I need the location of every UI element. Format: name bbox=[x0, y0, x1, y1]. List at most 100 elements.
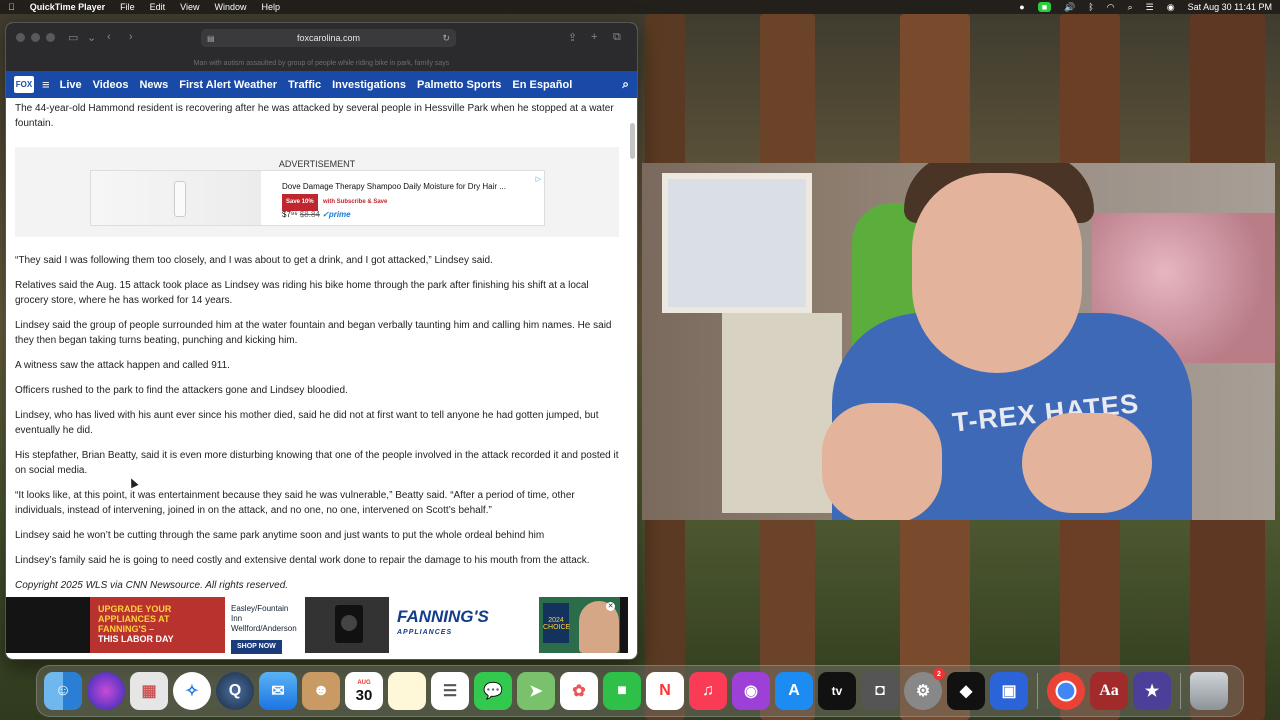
nav-weather[interactable]: First Alert Weather bbox=[179, 79, 277, 91]
search-icon[interactable]: ⌕ bbox=[622, 77, 629, 92]
calendar-icon[interactable]: AUG 30 bbox=[345, 672, 383, 710]
dock: ☺ ▦ ✧ Q ✉ ☻ AUG 30 ☰ 💬 ➤ ✿ ■ N ♫ ◉ A tv ◘… bbox=[36, 665, 1244, 717]
tab-title[interactable]: Man with autism assaulted by group of pe… bbox=[6, 56, 637, 71]
article-paragraph: Officers rushed to the park to find the … bbox=[15, 385, 348, 396]
article-paragraph: Relatives said the Aug. 15 attack took p… bbox=[15, 280, 589, 306]
fox-logo[interactable]: FOX bbox=[14, 76, 34, 93]
facetime-status-icon[interactable]: ■ bbox=[1037, 2, 1052, 12]
sidebar-icon[interactable]: ▭ bbox=[68, 31, 78, 44]
imovie-icon[interactable]: ★ bbox=[1133, 672, 1171, 710]
tv-icon[interactable]: tv bbox=[818, 672, 856, 710]
facetime-icon[interactable]: ■ bbox=[603, 672, 641, 710]
bluetooth-icon[interactable]: ᛒ bbox=[1088, 2, 1093, 12]
browser-toolbar: ▭ ⌄ ‹ › ▤ foxcarolina.com ↻ ⇪ + ⧉ Man wi… bbox=[6, 23, 637, 71]
safari-icon[interactable]: ✧ bbox=[173, 672, 211, 710]
banner-headline[interactable]: UPGRADE YOUR APPLIANCES AT FANNING'S – TH… bbox=[90, 597, 225, 653]
photos-icon[interactable]: ✿ bbox=[560, 672, 598, 710]
back-icon[interactable]: ‹ bbox=[107, 31, 111, 43]
record-icon[interactable]: ● bbox=[1019, 2, 1024, 12]
site-navbar: FOX ≡ Live Videos News First Alert Weath… bbox=[6, 71, 637, 98]
control-center-icon[interactable]: ☰ bbox=[1146, 2, 1154, 13]
webcam-video: T-REX HATES bbox=[642, 163, 1275, 520]
nav-investigations[interactable]: Investigations bbox=[332, 79, 406, 91]
finder-icon[interactable]: ☺ bbox=[44, 672, 82, 710]
clock[interactable]: Sat Aug 30 11:41 PM bbox=[1188, 2, 1272, 12]
quicktime-icon[interactable]: Q bbox=[216, 672, 254, 710]
messages-icon[interactable]: 💬 bbox=[474, 672, 512, 710]
mail-icon[interactable]: ✉ bbox=[259, 672, 297, 710]
tab-overview-icon[interactable]: ⧉ bbox=[613, 31, 621, 44]
appstore-icon[interactable]: A bbox=[775, 672, 813, 710]
menu-window[interactable]: Window bbox=[215, 2, 247, 12]
product-ad[interactable]: Dove Damage Therapy Shampoo Daily Moistu… bbox=[90, 170, 545, 226]
chevron-down-icon[interactable]: ⌄ bbox=[87, 31, 96, 44]
article-paragraph: “It looks like, at this point, it was en… bbox=[15, 490, 575, 516]
maps-icon[interactable]: ➤ bbox=[517, 672, 555, 710]
shop-now-button[interactable]: SHOP NOW bbox=[231, 640, 282, 654]
banner-photo[interactable]: 2024 CHOICE ✕ bbox=[539, 597, 620, 653]
screenshot-icon[interactable]: ◘ bbox=[861, 672, 899, 710]
menu-file[interactable]: File bbox=[120, 2, 135, 12]
close-window-button[interactable] bbox=[16, 33, 25, 42]
siri-status-icon[interactable]: ◉ bbox=[1167, 2, 1175, 13]
settings-icon[interactable]: ⚙ 2 bbox=[904, 668, 945, 710]
music-icon[interactable]: ♫ bbox=[689, 672, 727, 710]
podcasts-icon[interactable]: ◉ bbox=[732, 672, 770, 710]
notes-icon[interactable] bbox=[388, 672, 426, 710]
product-title[interactable]: Dove Damage Therapy Shampoo Daily Moistu… bbox=[282, 179, 506, 194]
contacts-icon[interactable]: ☻ bbox=[302, 672, 340, 710]
article-paragraph: Lindsey said he won’t be cutting through… bbox=[15, 530, 545, 541]
article-paragraph: A witness saw the attack happen and call… bbox=[15, 360, 230, 371]
menu-help[interactable]: Help bbox=[262, 2, 281, 12]
menu-app-name[interactable]: QuickTime Player bbox=[30, 2, 105, 12]
fannings-logo[interactable]: FANNING'S APPLIANCES bbox=[389, 597, 539, 653]
minimize-window-button[interactable] bbox=[31, 33, 40, 42]
product-image[interactable] bbox=[91, 171, 261, 225]
banner-locations[interactable]: Easley/Fountain Inn Wellford/Anderson SH… bbox=[225, 597, 305, 654]
volume-icon[interactable]: 🔊 bbox=[1064, 2, 1075, 13]
nav-palmetto-sports[interactable]: Palmetto Sports bbox=[417, 79, 501, 91]
page-settings-icon[interactable]: ▤ bbox=[207, 34, 215, 43]
reload-icon[interactable]: ↻ bbox=[442, 33, 450, 44]
menu-view[interactable]: View bbox=[180, 2, 199, 12]
article-paragraph: “They said I was following them too clos… bbox=[15, 255, 493, 266]
article-paragraph: Lindsey’s family said he is going to nee… bbox=[15, 555, 590, 566]
nav-videos[interactable]: Videos bbox=[93, 79, 129, 91]
zoom-window-button[interactable] bbox=[46, 33, 55, 42]
url-text: foxcarolina.com bbox=[296, 33, 361, 43]
browser-window: ▭ ⌄ ‹ › ▤ foxcarolina.com ↻ ⇪ + ⧉ Man wi… bbox=[5, 22, 638, 660]
notification-badge: 2 bbox=[933, 668, 945, 680]
product-price: $7⁹⁶ $8.84 ✓prime bbox=[282, 210, 351, 219]
roblox-studio-icon[interactable]: ◆ bbox=[947, 672, 985, 710]
nav-traffic[interactable]: Traffic bbox=[288, 79, 321, 91]
hamburger-menu-icon[interactable]: ≡ bbox=[42, 77, 50, 92]
washer-image[interactable] bbox=[305, 597, 389, 653]
dictionary-icon[interactable]: Aa bbox=[1090, 672, 1128, 710]
roblox-icon[interactable]: ▣ bbox=[990, 672, 1028, 710]
chrome-icon[interactable] bbox=[1047, 672, 1085, 710]
adchoices-icon[interactable]: ▷ bbox=[536, 172, 541, 187]
banner-ad[interactable]: UPGRADE YOUR APPLIANCES AT FANNING'S – TH… bbox=[6, 597, 628, 654]
nav-news[interactable]: News bbox=[139, 79, 168, 91]
share-icon[interactable]: ⇪ bbox=[568, 31, 577, 44]
article-paragraph: Lindsey, who has lived with his aunt eve… bbox=[15, 410, 599, 436]
forward-icon[interactable]: › bbox=[129, 31, 133, 43]
wifi-icon[interactable]: ◠ bbox=[1107, 2, 1115, 13]
news-icon[interactable]: N bbox=[646, 672, 684, 710]
menu-edit[interactable]: Edit bbox=[150, 2, 166, 12]
siri-icon[interactable] bbox=[87, 672, 125, 710]
nav-live[interactable]: Live bbox=[60, 79, 82, 91]
spotlight-icon[interactable]: ⌕ bbox=[1128, 2, 1133, 13]
award-badge: 2024 CHOICE bbox=[543, 603, 570, 643]
trash-icon[interactable] bbox=[1190, 672, 1228, 710]
nav-en-espanol[interactable]: En Español bbox=[512, 79, 572, 91]
close-icon[interactable]: ✕ bbox=[606, 602, 615, 611]
address-bar[interactable]: ▤ foxcarolina.com ↻ bbox=[201, 29, 456, 47]
new-tab-icon[interactable]: + bbox=[591, 31, 597, 43]
apple-icon[interactable]:  bbox=[8, 2, 15, 12]
reminders-icon[interactable]: ☰ bbox=[431, 672, 469, 710]
dock-separator bbox=[1037, 673, 1038, 709]
article-body: The 44-year-old Hammond resident is reco… bbox=[6, 98, 628, 598]
launchpad-icon[interactable]: ▦ bbox=[130, 672, 168, 710]
page-scrollbar[interactable] bbox=[630, 123, 635, 159]
